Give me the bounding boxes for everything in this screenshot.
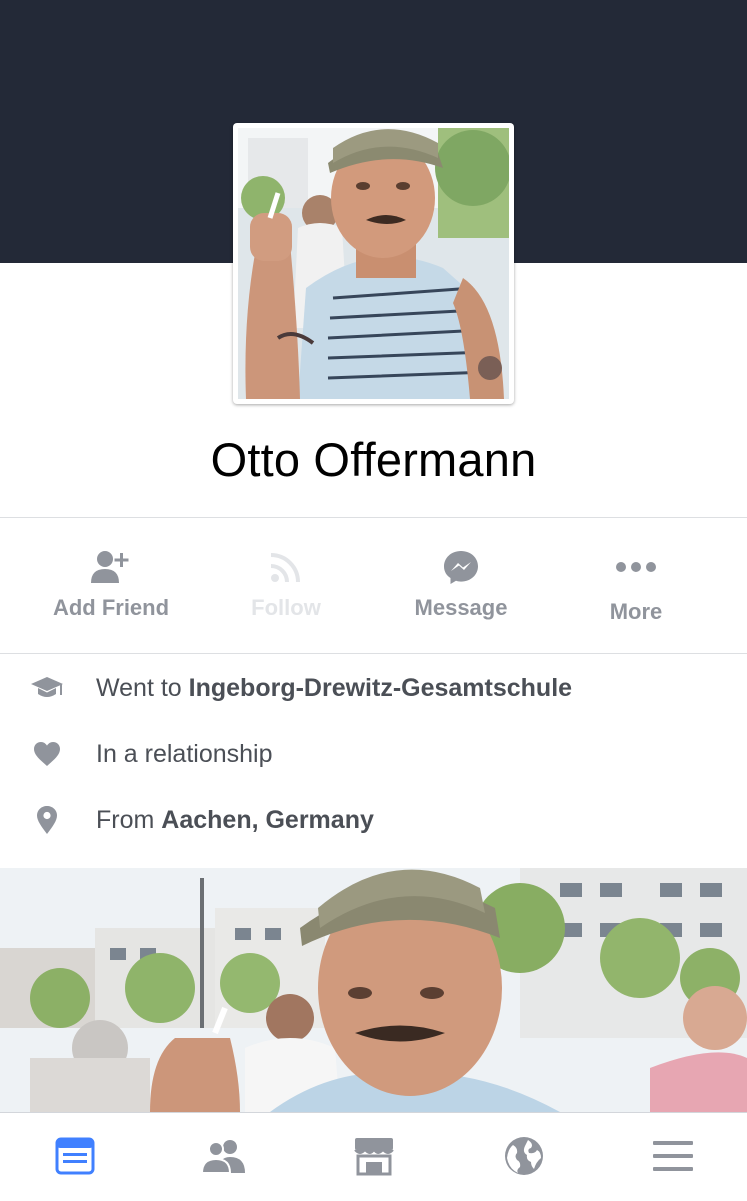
- news-feed-icon: [55, 1137, 95, 1175]
- marketplace-icon: [354, 1138, 394, 1176]
- divider: [0, 653, 747, 654]
- featured-photo[interactable]: [0, 868, 747, 1112]
- more-icon: [543, 545, 729, 589]
- tab-friends[interactable]: [194, 1131, 254, 1181]
- divider: [0, 517, 747, 518]
- tab-marketplace[interactable]: [344, 1131, 404, 1181]
- profile-name: Otto Offermann: [210, 433, 537, 486]
- education-text: Went to Ingeborg-Drewitz-Gesamtschule: [96, 674, 572, 703]
- education-school[interactable]: Ingeborg-Drewitz-Gesamtschule: [189, 674, 572, 702]
- friends-icon: [201, 1140, 245, 1173]
- relationship-row[interactable]: In a relationship: [0, 729, 747, 779]
- tab-news-feed[interactable]: [45, 1131, 105, 1181]
- hometown-text: From Aachen, Germany: [96, 806, 374, 835]
- heart-icon: [30, 738, 64, 770]
- location-pin-icon: [30, 804, 64, 836]
- messenger-icon: [368, 545, 554, 589]
- relationship-text: In a relationship: [96, 740, 273, 768]
- profile-photo-image: [238, 128, 509, 399]
- tab-menu[interactable]: [643, 1131, 703, 1181]
- more-button[interactable]: More: [543, 545, 729, 625]
- hometown-city[interactable]: Aachen, Germany: [161, 806, 374, 834]
- message-label: Message: [414, 595, 508, 620]
- add-friend-label: Add Friend: [52, 595, 170, 620]
- add-friend-button[interactable]: Add Friend: [18, 545, 204, 621]
- add-friend-icon: [18, 545, 204, 589]
- follow-icon: [193, 545, 379, 589]
- education-prefix: Went to: [96, 674, 182, 702]
- profile-picture[interactable]: [233, 123, 514, 404]
- tab-notifications[interactable]: [494, 1131, 554, 1181]
- graduation-cap-icon: [30, 672, 64, 704]
- hamburger-menu-icon: [653, 1141, 693, 1171]
- hometown-row[interactable]: From Aachen, Germany: [0, 795, 747, 845]
- message-button[interactable]: Message: [368, 545, 554, 621]
- more-label: More: [609, 599, 663, 624]
- globe-icon: [505, 1137, 543, 1175]
- follow-button[interactable]: Follow: [193, 545, 379, 621]
- follow-label: Follow: [251, 595, 321, 620]
- hometown-prefix: From: [96, 806, 155, 834]
- education-row[interactable]: Went to Ingeborg-Drewitz-Gesamtschule: [0, 663, 747, 713]
- bottom-tab-bar: [0, 1112, 747, 1201]
